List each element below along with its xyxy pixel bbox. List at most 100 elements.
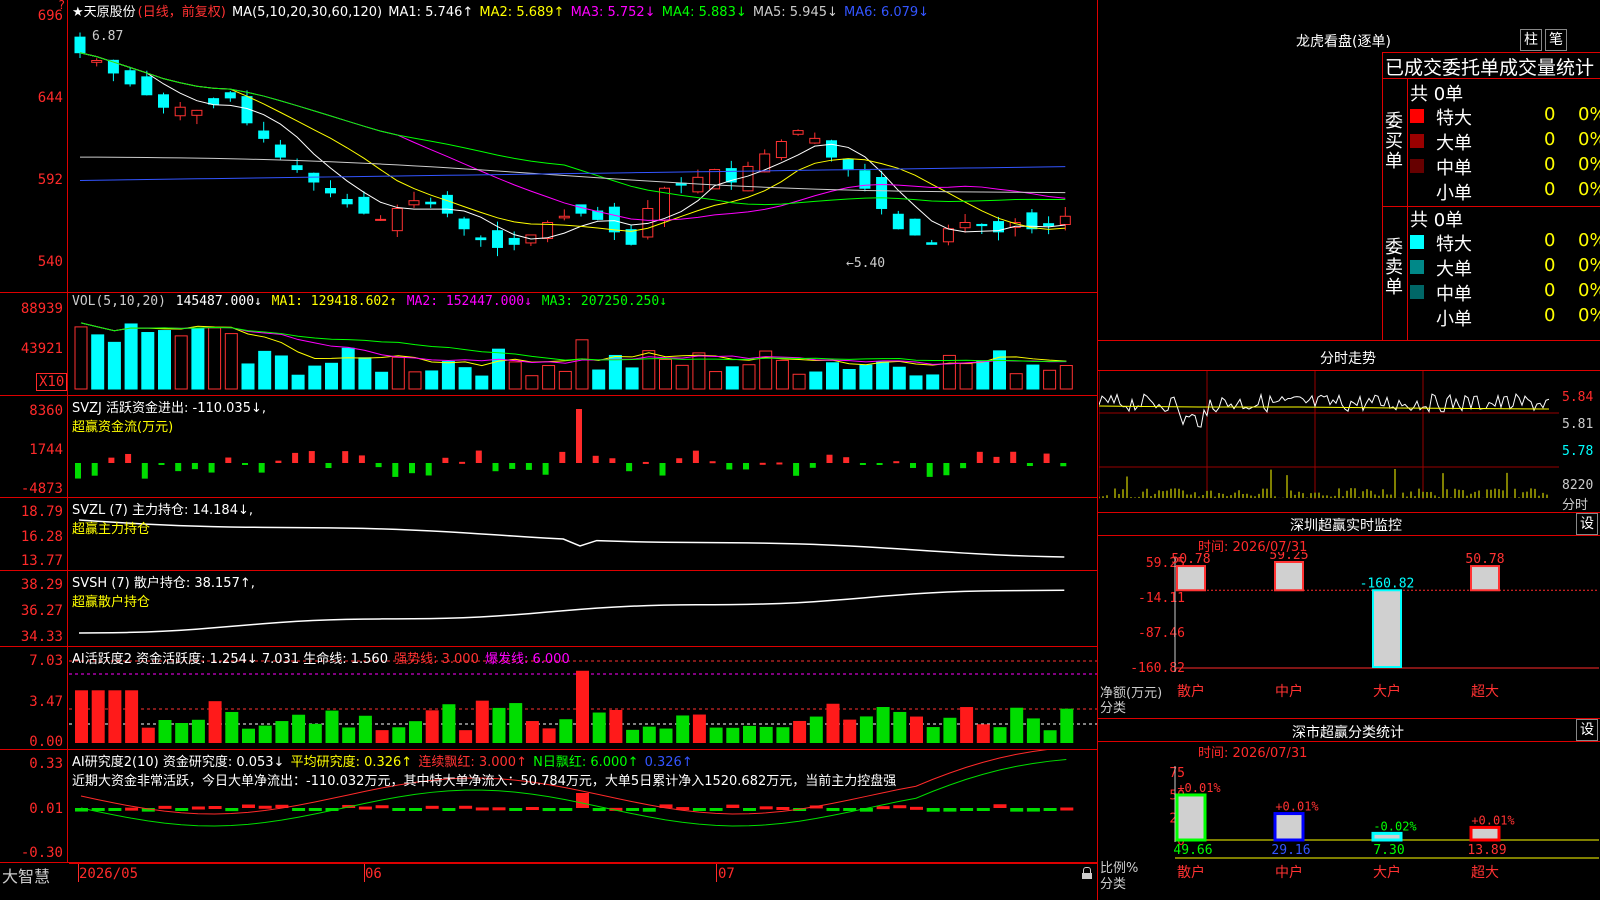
activity-bar (1060, 708, 1074, 743)
cls-stat-settings-button[interactable]: 设 (1576, 719, 1598, 741)
volume-bar (358, 357, 372, 390)
activity-bar (642, 726, 656, 743)
volume-bar (709, 371, 723, 390)
research-bar (559, 808, 573, 811)
candle-body (141, 76, 153, 96)
flow-bar (208, 463, 215, 473)
candle-body (959, 222, 971, 229)
corner-mark[interactable]: ? (58, 0, 65, 12)
price-axis: 696 644 592 540 ? (0, 0, 68, 292)
candle-body (792, 130, 804, 135)
activity-bar (743, 725, 756, 743)
x-tick-mark (716, 864, 717, 882)
flow-bar (225, 457, 232, 463)
flow-bar (960, 463, 967, 469)
ma4-value: MA4: 5.883↓ (661, 5, 747, 20)
price-tick: 592 (37, 172, 63, 188)
ma3-value: MA3: 5.752↓ (570, 5, 656, 20)
ai-research-pane[interactable]: 0.33 0.01 -0.30 AI研究度2(10) 资金研究度: 0.053↓… (0, 750, 1097, 863)
divider (1098, 340, 1600, 341)
ai1-burst: 爆发线: 6.000 (484, 652, 570, 667)
sz-xlabel: 分类 (1100, 701, 1127, 716)
research-bar (910, 806, 923, 810)
candle-body (174, 106, 186, 117)
ma2-value: MA2: 5.689↑ (479, 5, 565, 20)
flow-bar (559, 451, 566, 463)
activity-bar (826, 703, 840, 743)
research-bar (576, 793, 589, 808)
activity-bar (108, 690, 122, 743)
price-tick: 644 (37, 90, 63, 106)
vol-tick: 88939 (20, 301, 63, 317)
x-tick-label: 07 (718, 866, 735, 882)
price-pane[interactable]: 696 644 592 540 ? ★天原股份 (日线，前复权) MA(5,10,… (0, 0, 1097, 293)
research-bar (960, 808, 974, 811)
flow-bar (191, 463, 198, 470)
flow-bar (141, 463, 148, 479)
ma-line (79, 156, 1066, 194)
research-bar (943, 808, 957, 812)
research-bar (993, 804, 1007, 808)
candle-body (358, 196, 370, 214)
category-label: 中户 (1275, 683, 1303, 700)
vol-unit-badge[interactable]: X10 (36, 373, 68, 391)
svsh-sub: 超赢散户持仓 (72, 595, 151, 610)
volume-bar (809, 371, 823, 390)
volume-bar (141, 332, 155, 390)
research-bar (1026, 808, 1040, 812)
svzj-pane[interactable]: 8360 1744 -4873 SVZJ 活跃资金进出: -110.035↓, … (0, 396, 1097, 498)
research-bar (442, 808, 456, 811)
candlestick-chart[interactable] (69, 0, 1097, 292)
stock-title[interactable]: ★天原股份 (72, 5, 136, 20)
volume-pane[interactable]: 88939 43921 X10 VOL(5,10,20) 145487.000↓… (0, 293, 1097, 396)
app-logo[interactable]: 大智慧 (2, 863, 50, 887)
volume-bar (976, 360, 990, 390)
activity-bar (776, 727, 790, 743)
svzj-header: SVZJ 活跃资金进出: -110.035↓, (72, 401, 267, 416)
cls-stat-bar-chart[interactable]: 7550250+0.01%49.66散户+0.01%29.16中户-0.02%7… (1099, 756, 1599, 900)
bar-mode-button[interactable]: 柱 (1520, 29, 1542, 51)
x-axis-line (69, 863, 1097, 864)
volume-bar (441, 361, 455, 390)
flow-bar (659, 463, 666, 476)
svsh-pane[interactable]: 38.29 36.27 34.33 SVSH (7) 散户持仓: 38.157↑… (0, 571, 1097, 647)
chart-mode[interactable]: (日线，前复权) (138, 5, 226, 20)
activity-bar (893, 711, 907, 743)
flow-bar (692, 450, 699, 463)
buy-row: 中单 0 0% (1408, 154, 1600, 179)
tick-mode-button[interactable]: 笔 (1545, 29, 1567, 51)
svzl-pane[interactable]: 18.79 16.28 13.77 SVZL (7) 主力持仓: 14.184↓… (0, 498, 1097, 571)
activity-bar (1043, 730, 1057, 743)
ratio-bar (1469, 825, 1501, 842)
flow-bar (976, 451, 983, 463)
ma6-value: MA6: 6.079↓ (844, 5, 930, 20)
flow-bar (1010, 451, 1017, 463)
change-label: +0.01% (1471, 813, 1515, 827)
monitor-bar (1274, 561, 1304, 592)
volume-bar (826, 362, 839, 390)
divider (1098, 718, 1600, 719)
sz-monitor-bar-chart[interactable]: 59.25-14.11-87.46-160.8250.78散户59.25中户-1… (1099, 552, 1599, 717)
bar-value-label: 50.78 (1465, 552, 1504, 567)
candle-body (826, 140, 837, 158)
ma-line (79, 166, 1066, 181)
flow-bar (893, 461, 900, 464)
ma-header: MA(5,10,20,30,60,120) (231, 5, 383, 20)
candle-body (475, 237, 487, 241)
cls-xlabel: 分类 (1100, 877, 1127, 892)
ma5-value: MA5: 5.945↓ (752, 5, 838, 20)
candle-body (208, 98, 220, 105)
ai-activity-pane[interactable]: 7.03 3.47 0.00 AI活跃度2 资金活跃度: 1.254↓ 7.03… (0, 647, 1097, 750)
research-bar (425, 805, 439, 809)
research-bar (1060, 807, 1074, 811)
volume-bar (174, 335, 188, 390)
sz-monitor-settings-button[interactable]: 设 (1576, 513, 1598, 535)
sell-row: 大单 0 0% (1408, 255, 1600, 280)
candle-body (375, 218, 387, 221)
intraday-chart[interactable] (1099, 371, 1559, 511)
fenshi-tick: 5.81 (1562, 417, 1594, 432)
ai2-last: 0.326↑ (644, 755, 693, 770)
volume-bar (408, 371, 422, 390)
activity-bar (576, 670, 589, 743)
ratio-bar (1175, 793, 1207, 842)
